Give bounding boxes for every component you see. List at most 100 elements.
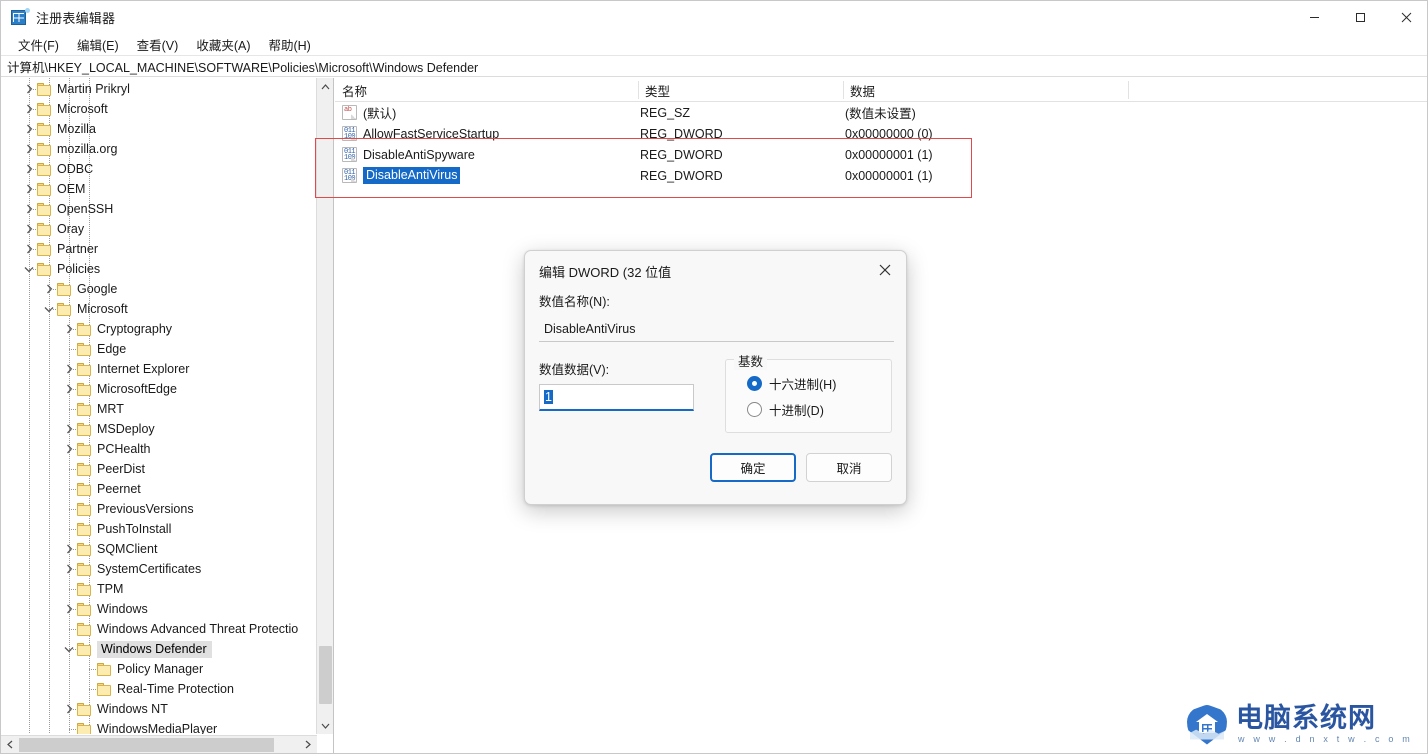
maximize-button[interactable] [1337,1,1383,33]
watermark-shield-icon [1187,705,1227,745]
column-header-data[interactable]: 数据 [843,78,875,102]
tree-node[interactable]: SQMClient [1,539,317,559]
tree-node[interactable]: MRT [1,399,317,419]
tree-node[interactable]: ODBC [1,159,317,179]
tree-node[interactable]: Peernet [1,479,317,499]
column-header-name[interactable]: 名称 [335,78,367,102]
tree-node[interactable]: Windows [1,599,317,619]
watermark-url: w w w . d n x t w . c o m [1236,733,1413,745]
tree-node[interactable]: OpenSSH [1,199,317,219]
tree-node[interactable]: PeerDist [1,459,317,479]
tree-node[interactable]: Policy Manager [1,659,317,679]
menu-file[interactable]: 文件(F) [9,33,68,56]
tree-node[interactable]: Windows Advanced Threat Protectio [1,619,317,639]
tree-node[interactable]: SystemCertificates [1,559,317,579]
folder-icon [77,343,92,356]
tree-node[interactable]: PCHealth [1,439,317,459]
table-row[interactable]: 011100DisableAntiVirusREG_DWORD0x0000000… [335,165,1428,186]
column-divider-3[interactable] [1128,81,1129,99]
folder-icon [77,523,92,536]
tree-node[interactable]: OEM [1,179,317,199]
dialog-close-icon[interactable] [864,251,906,289]
tree-node[interactable]: Martin Prikryl [1,79,317,99]
menu-edit[interactable]: 编辑(E) [68,33,128,56]
tree-vertical-scrollbar[interactable] [316,78,333,734]
tree-node[interactable]: WindowsMediaPlayer [1,719,317,734]
tree-node-label: Google [77,282,121,296]
tree-node[interactable]: PreviousVersions [1,499,317,519]
tree-node-label: Microsoft [77,302,132,316]
registry-tree: Martin PrikrylMicrosoftMozillamozilla.or… [1,78,317,734]
dword-value-icon: 011100 [342,168,357,183]
folder-icon [77,443,92,456]
tree-node[interactable]: Mozilla [1,119,317,139]
scroll-up-icon[interactable] [317,78,334,95]
table-row[interactable]: 011100DisableAntiSpywareREG_DWORD0x00000… [335,144,1428,165]
tree-vscroll-thumb[interactable] [319,646,332,704]
tree-node-label: MicrosoftEdge [97,382,181,396]
ok-button[interactable]: 确定 [710,453,796,482]
minimize-button[interactable] [1291,1,1337,33]
table-row[interactable]: ab(默认)REG_SZ(数值未设置) [335,102,1428,123]
radio-hexadecimal[interactable]: 十六进制(H) [726,370,891,396]
folder-icon [77,323,92,336]
radio-hex-label: 十六进制(H) [769,374,836,393]
tree-node[interactable]: Partner [1,239,317,259]
value-name-cell: ab(默认) [342,102,396,123]
tree-node[interactable]: Oray [1,219,317,239]
column-header-type[interactable]: 类型 [638,78,670,102]
tree-node[interactable]: Internet Explorer [1,359,317,379]
values-list: ab(默认)REG_SZ(数值未设置)011100AllowFastServic… [335,102,1428,186]
tree-node[interactable]: TPM [1,579,317,599]
tree-node[interactable]: Microsoft [1,99,317,119]
tree-node[interactable]: MicrosoftEdge [1,379,317,399]
edit-dword-dialog: 编辑 DWORD (32 位值 数值名称(N): 数值数据(V): 1 基数 [524,250,907,505]
close-button[interactable] [1383,1,1428,33]
value-name-input[interactable] [539,316,894,342]
tree-node[interactable]: Cryptography [1,319,317,339]
tree-node[interactable]: Edge [1,339,317,359]
tree-node[interactable]: Windows Defender [1,639,317,659]
value-type-cell: REG_SZ [640,102,690,123]
folder-icon [37,143,52,156]
value-data-input[interactable]: 1 [539,384,694,411]
folder-icon [77,703,92,716]
scroll-right-icon[interactable] [299,736,317,754]
radio-decimal[interactable]: 十进制(D) [726,396,891,422]
tree-node[interactable]: mozilla.org [1,139,317,159]
folder-icon [37,203,52,216]
dialog-title: 编辑 DWORD (32 位值 [525,262,671,281]
menu-view[interactable]: 查看(V) [128,33,188,56]
tree-node[interactable]: Google [1,279,317,299]
scroll-left-icon[interactable] [1,736,19,754]
scroll-down-icon[interactable] [317,717,334,734]
menu-help[interactable]: 帮助(H) [259,33,319,56]
tree-node[interactable]: PushToInstall [1,519,317,539]
tree-node-label: Partner [57,242,102,256]
table-row[interactable]: 011100AllowFastServiceStartupREG_DWORD0x… [335,123,1428,144]
tree-node[interactable]: Policies [1,259,317,279]
dialog-body: 数值名称(N): 数值数据(V): 1 基数 十六进制(H) [525,291,906,433]
tree-node[interactable]: Real-Time Protection [1,679,317,699]
tree-hscroll-thumb[interactable] [19,738,274,752]
tree-horizontal-scrollbar[interactable] [1,735,317,753]
value-name-cell: 011100DisableAntiSpyware [342,144,475,165]
value-name-label: 数值名称(N): [539,291,892,310]
hscroll-track[interactable] [19,736,299,754]
menu-favorites[interactable]: 收藏夹(A) [187,33,259,56]
value-name-text: DisableAntiVirus [363,167,460,184]
value-name-cell: 011100 DisableAntiVirus [342,165,460,186]
cancel-button[interactable]: 取消 [806,453,892,482]
tree-node[interactable]: Microsoft [1,299,317,319]
site-watermark: 电脑系统网 w w w . d n x t w . c o m [1187,704,1413,745]
tree-node-label: Windows [97,602,152,616]
tree-node-label: Cryptography [97,322,176,336]
tree-node-label: Real-Time Protection [117,682,238,696]
folder-icon [57,303,72,316]
tree-scroll-area: Martin PrikrylMicrosoftMozillamozilla.or… [1,78,317,734]
tree-node-label: Policies [57,262,104,276]
tree-node[interactable]: Windows NT [1,699,317,719]
tree-node[interactable]: MSDeploy [1,419,317,439]
address-bar[interactable]: 计算机\HKEY_LOCAL_MACHINE\SOFTWARE\Policies… [1,55,1428,77]
tree-node-label: Policy Manager [117,662,207,676]
